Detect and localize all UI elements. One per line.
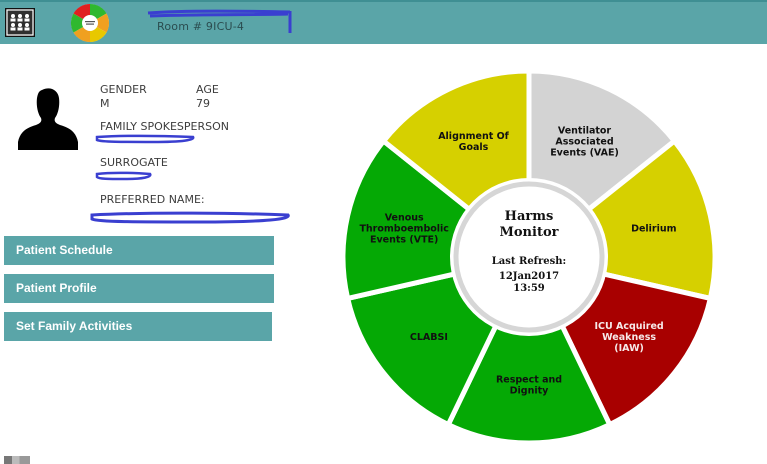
- age-label: AGE: [196, 83, 219, 96]
- preferred-name-redaction: [90, 211, 290, 224]
- harm-segment-label: Associated: [555, 137, 613, 148]
- harm-segment-label: (IAW): [614, 343, 644, 354]
- harm-segment-label: Delirium: [631, 224, 677, 235]
- harm-segment-label: Respect and: [496, 375, 562, 386]
- last-refresh-time: 13:59: [513, 283, 545, 294]
- gender-value: M: [100, 97, 110, 110]
- family-spokesperson-redaction: [95, 134, 195, 144]
- top-bar: Room # 9ICU-4: [0, 0, 767, 44]
- patient-profile-button[interactable]: Patient Profile: [4, 274, 274, 303]
- harm-segment-label: Alignment Of: [438, 131, 509, 142]
- harm-segment-label: Thromboembolic: [359, 224, 449, 235]
- set-family-activities-button[interactable]: Set Family Activities: [4, 312, 272, 341]
- harm-segment-label: Ventilator: [558, 126, 612, 137]
- harm-segment-label: CLABSI: [410, 332, 448, 343]
- harms-wheel-mini-icon[interactable]: [70, 3, 110, 43]
- last-refresh-date: 12Jan2017: [499, 271, 559, 282]
- bottom-corner-mark: [4, 456, 30, 464]
- patient-schedule-button[interactable]: Patient Schedule: [4, 236, 274, 265]
- top-bar-edge: [0, 0, 767, 2]
- monitor-title-line1: Harms: [505, 209, 554, 224]
- surrogate-label: SURROGATE: [100, 156, 168, 169]
- people-grid-icon[interactable]: [5, 8, 35, 37]
- gender-label: GENDER: [100, 83, 147, 96]
- preferred-name-label: PREFERRED NAME:: [100, 193, 205, 206]
- harm-segment-label: Dignity: [510, 386, 550, 397]
- age-value: 79: [196, 97, 210, 110]
- harm-segment-label: Goals: [459, 142, 489, 153]
- harm-segment-label: Events (VTE): [370, 235, 438, 246]
- harm-segment-label: Events (VAE): [550, 148, 619, 159]
- harms-monitor-wheel: VentilatorAssociatedEvents (VAE) Delirium…: [340, 72, 718, 444]
- harm-segment-label: Weakness: [602, 332, 656, 343]
- monitor-title-line2: Monitor: [500, 225, 559, 240]
- harm-segment-label: Venous: [385, 213, 424, 224]
- last-refresh-label: Last Refresh:: [492, 256, 566, 267]
- person-silhouette-icon: [14, 84, 84, 150]
- surrogate-redaction: [95, 171, 152, 181]
- family-spokesperson-label: FAMILY SPOKESPERSON: [100, 120, 229, 133]
- harm-segment-label: ICU Acquired: [594, 321, 663, 332]
- room-label: Room # 9ICU-4: [157, 20, 245, 33]
